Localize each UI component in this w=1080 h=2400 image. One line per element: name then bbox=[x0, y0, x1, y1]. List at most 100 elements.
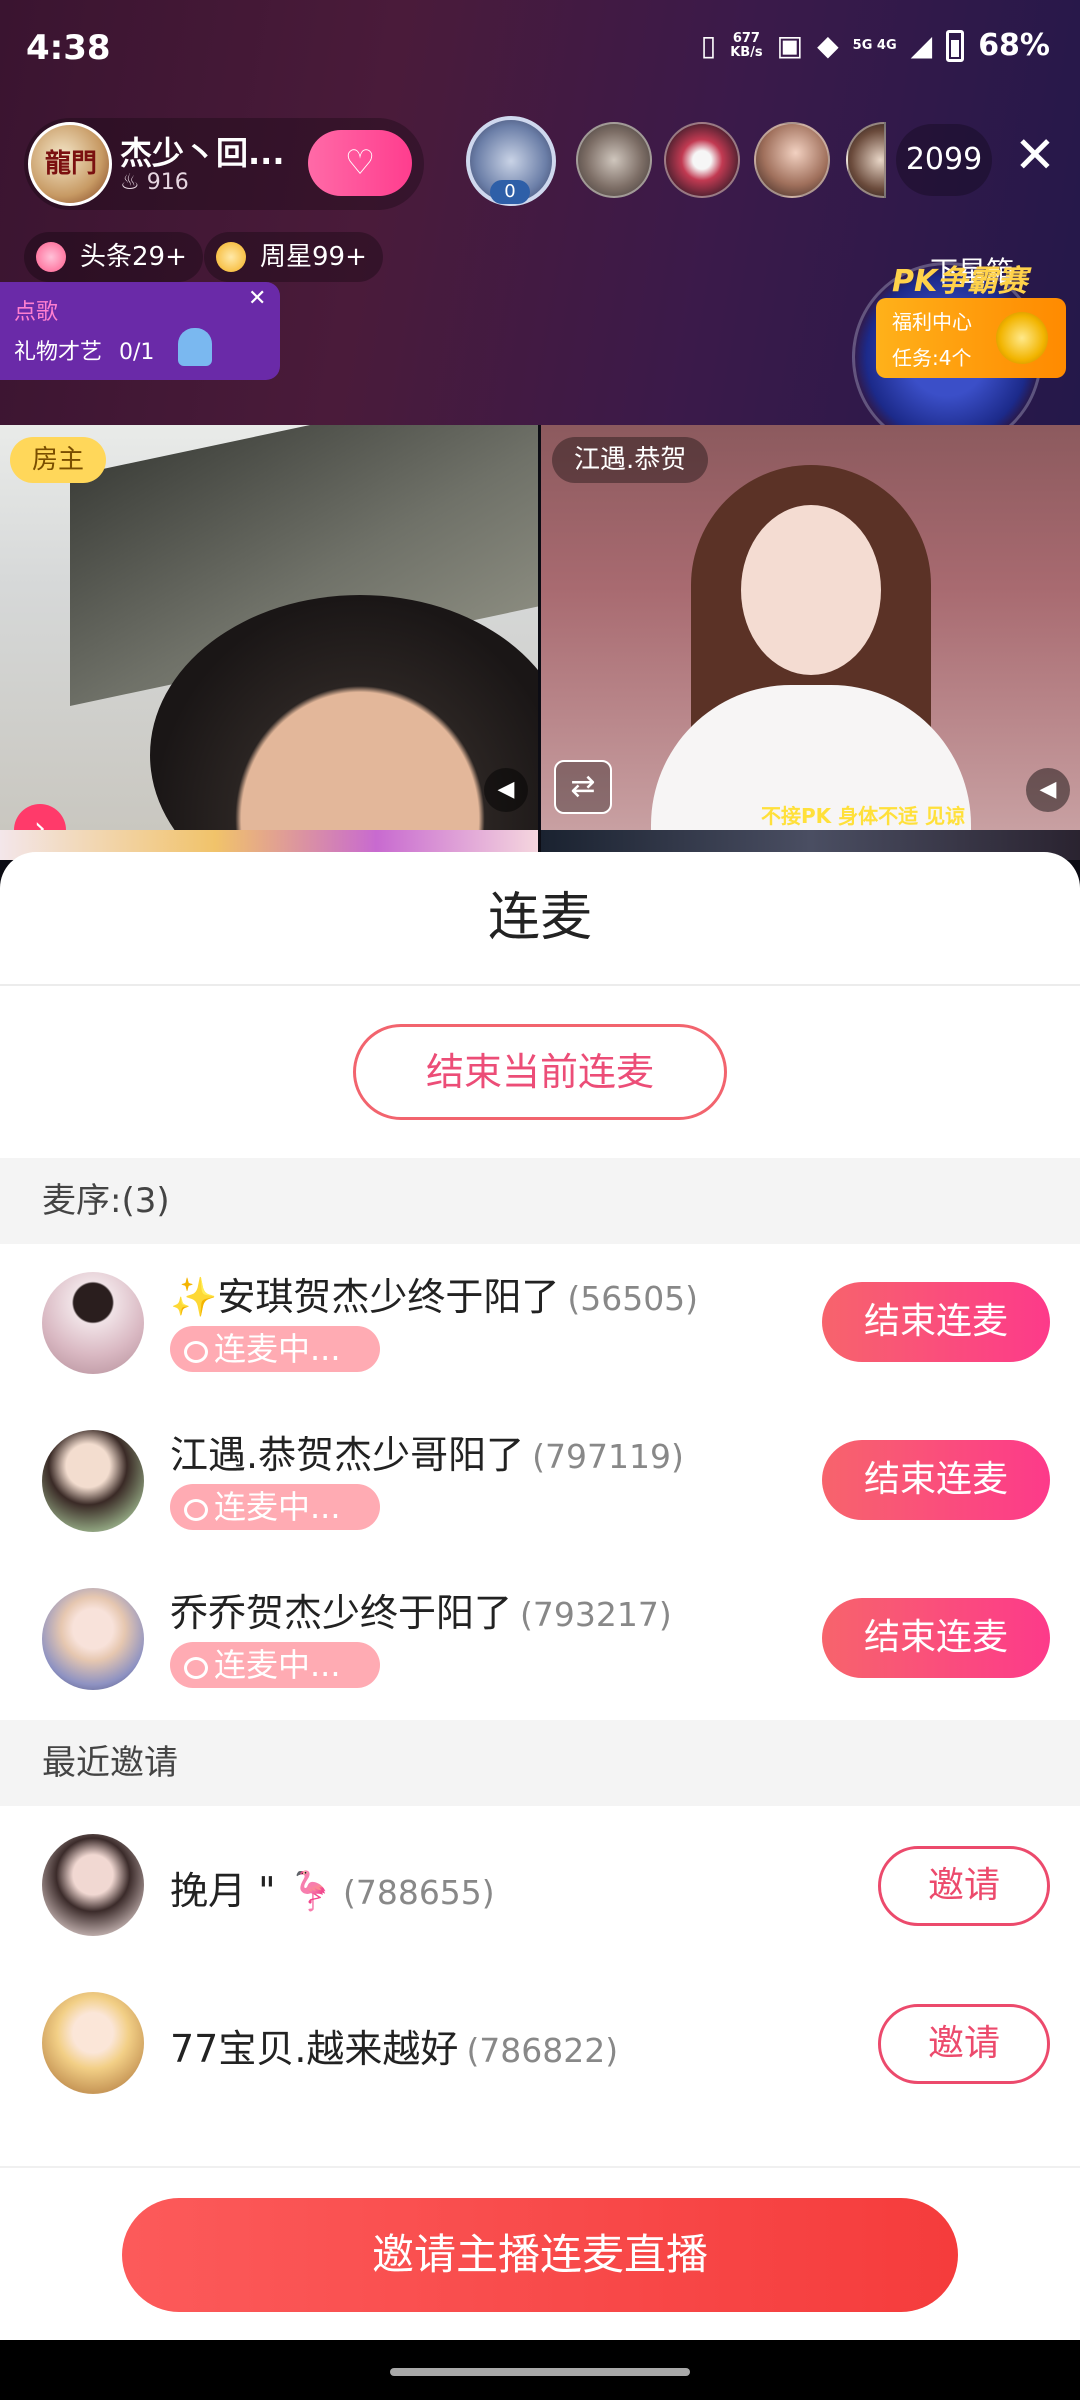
net-speed: 677 KB/s bbox=[730, 31, 763, 60]
viewer-count[interactable]: 2099 bbox=[896, 124, 992, 196]
host-name: 杰少丶回... bbox=[120, 134, 285, 172]
queue-row: 乔乔贺杰少终于阳了 (793217) 连麦中... 结束连麦 bbox=[0, 1560, 1080, 1718]
song-request-row: 礼物才艺 0/1 bbox=[14, 334, 154, 366]
weekly-star-tag[interactable]: 周星99+ bbox=[204, 232, 383, 282]
speaker-icon[interactable]: ◀ bbox=[1026, 768, 1070, 812]
battery-percent: 68% bbox=[978, 28, 1050, 63]
wifi-icon: ◆ bbox=[817, 29, 839, 62]
invite-host-button[interactable]: 邀请主播连麦直播 bbox=[122, 2198, 958, 2312]
divider bbox=[0, 984, 1080, 986]
linking-status-text: 连麦中... bbox=[214, 1330, 341, 1368]
user-name: 挽月 " 🦩 (788655) bbox=[170, 1860, 495, 1915]
swap-icon[interactable]: ⇄ bbox=[554, 760, 612, 814]
owner-tag: 房主 bbox=[10, 437, 106, 483]
battery-icon bbox=[946, 29, 965, 62]
welfare-tasks: 任务:4个 bbox=[892, 346, 972, 370]
live-room-header: 4:38 ▯ 677 KB/s ▣ ◆ 5G 4G ◢ 68% 龍門 杰少丶回.… bbox=[0, 0, 1080, 452]
guest-video-tile[interactable]: 不接PK 身体不适 见谅 bbox=[541, 425, 1080, 830]
song-request-title: 点歌 bbox=[14, 300, 59, 325]
viewer-avatar[interactable] bbox=[754, 122, 830, 198]
linking-status: 连麦中... bbox=[170, 1484, 380, 1530]
nfc-icon: ▣ bbox=[776, 29, 804, 62]
viewer-rank-badge: 0 bbox=[490, 180, 530, 204]
status-icons: ▯ 677 KB/s ▣ ◆ 5G 4G ◢ 68% bbox=[701, 28, 1050, 63]
signal-icon: ◢ bbox=[910, 29, 933, 62]
headline-tag[interactable]: 头条29+ bbox=[24, 232, 203, 282]
host-video-tile[interactable] bbox=[0, 425, 538, 830]
avatar[interactable] bbox=[42, 1992, 144, 2094]
system-nav-bar bbox=[0, 2340, 1080, 2400]
user-name-text: 江遇.恭贺杰少哥阳了 bbox=[170, 1433, 525, 1477]
linking-status-text: 连麦中... bbox=[214, 1488, 341, 1526]
follow-heart-button[interactable]: ♡ bbox=[308, 130, 412, 196]
viewer-avatar[interactable] bbox=[846, 122, 886, 198]
ghost-icon bbox=[178, 328, 212, 366]
invite-button[interactable]: 邀请 bbox=[878, 2004, 1050, 2084]
linking-status: 连麦中... bbox=[170, 1642, 380, 1688]
linking-status-text: 连麦中... bbox=[214, 1646, 341, 1684]
host-avatar-text: 龍門 bbox=[45, 149, 98, 179]
song-request-card[interactable]: 点歌 礼物才艺 0/1 ✕ bbox=[0, 282, 280, 380]
sheet-title: 连麦 bbox=[487, 888, 592, 948]
user-name: 江遇.恭贺杰少哥阳了 (797119) bbox=[170, 1424, 684, 1479]
co-host-sheet: 连麦 结束当前连麦 麦序:(3) ✨安琪贺杰少终于阳了 (56505) 连麦中..… bbox=[0, 852, 1080, 2340]
avatar[interactable] bbox=[42, 1834, 144, 1936]
chat-bubble-icon bbox=[184, 1499, 208, 1521]
speaker-icon[interactable]: ◀ bbox=[484, 768, 528, 812]
song-request-label: 礼物才艺 bbox=[14, 340, 103, 365]
user-name-text: 挽月 " 🦩 bbox=[170, 1869, 335, 1913]
invite-button[interactable]: 邀请 bbox=[878, 1846, 1050, 1926]
guest-name-tag: 江遇.恭贺 bbox=[552, 437, 709, 483]
linking-status: 连麦中... bbox=[170, 1326, 380, 1372]
user-name: 乔乔贺杰少终于阳了 (793217) bbox=[170, 1582, 672, 1637]
user-name: 77宝贝.越来越好 (786822) bbox=[170, 2018, 618, 2073]
flame-icon bbox=[36, 242, 66, 272]
close-icon[interactable]: ✕ bbox=[1010, 130, 1060, 180]
avatar[interactable] bbox=[42, 1588, 144, 1690]
user-name-text: ✨安琪贺杰少终于阳了 bbox=[170, 1275, 560, 1319]
status-bar: 4:38 ▯ 677 KB/s ▣ ◆ 5G 4G ◢ 68% bbox=[0, 0, 1080, 100]
heart-plus-icon: ♡ bbox=[344, 143, 376, 183]
user-id: (797119) bbox=[532, 1437, 684, 1476]
user-id: (788655) bbox=[342, 1873, 495, 1912]
host-heat: ♨ 916 bbox=[120, 170, 189, 195]
vibrate-icon: ▯ bbox=[700, 29, 717, 62]
user-name-text: 乔乔贺杰少终于阳了 bbox=[170, 1591, 513, 1635]
user-id: (786822) bbox=[466, 2031, 619, 2070]
guest-banner-text: 不接PK 身体不适 见谅 bbox=[761, 804, 966, 828]
end-link-button[interactable]: 结束连麦 bbox=[822, 1598, 1050, 1678]
host-heat-value: 916 bbox=[146, 170, 189, 195]
avatar[interactable] bbox=[42, 1272, 144, 1374]
headline-tag-label: 头条29+ bbox=[80, 242, 187, 272]
end-current-link-button[interactable]: 结束当前连麦 bbox=[353, 1024, 727, 1120]
chat-bubble-icon bbox=[184, 1341, 208, 1363]
user-id: (793217) bbox=[520, 1595, 672, 1634]
cellular-label: 5G 4G bbox=[852, 37, 897, 53]
user-name-text: 77宝贝.越来越好 bbox=[170, 2027, 459, 2071]
host-avatar[interactable]: 龍門 bbox=[28, 122, 112, 206]
welfare-title: 福利中心 bbox=[892, 310, 972, 334]
recent-row: 挽月 " 🦩 (788655) 邀请 bbox=[0, 1806, 1080, 1964]
close-icon[interactable]: ✕ bbox=[248, 286, 266, 311]
home-gesture-handle[interactable] bbox=[390, 2368, 690, 2376]
net-speed-unit: KB/s bbox=[730, 44, 763, 60]
viewer-avatar[interactable] bbox=[576, 122, 652, 198]
song-request-count: 0/1 bbox=[119, 340, 155, 365]
flame-icon: ♨ bbox=[120, 170, 140, 195]
queue-header: 麦序:(3) bbox=[0, 1158, 1080, 1244]
recent-row: 77宝贝.越来越好 (786822) 邀请 bbox=[0, 1964, 1080, 2122]
star-icon bbox=[216, 242, 246, 272]
avatar[interactable] bbox=[42, 1430, 144, 1532]
user-name: ✨安琪贺杰少终于阳了 (56505) bbox=[170, 1266, 698, 1321]
guest-face bbox=[741, 505, 881, 675]
end-link-button[interactable]: 结束连麦 bbox=[822, 1440, 1050, 1520]
status-time: 4:38 bbox=[26, 28, 111, 68]
pk-title: PK争霸赛 bbox=[892, 264, 1028, 299]
welfare-center[interactable]: 福利中心 任务:4个 bbox=[876, 298, 1066, 378]
chat-bubble-icon bbox=[184, 1657, 208, 1679]
recent-header: 最近邀请 bbox=[0, 1720, 1080, 1806]
viewer-avatar[interactable] bbox=[664, 122, 740, 198]
queue-row: 江遇.恭贺杰少哥阳了 (797119) 连麦中... 结束连麦 bbox=[0, 1402, 1080, 1560]
end-link-button[interactable]: 结束连麦 bbox=[822, 1282, 1050, 1362]
coin-icon bbox=[996, 312, 1048, 364]
